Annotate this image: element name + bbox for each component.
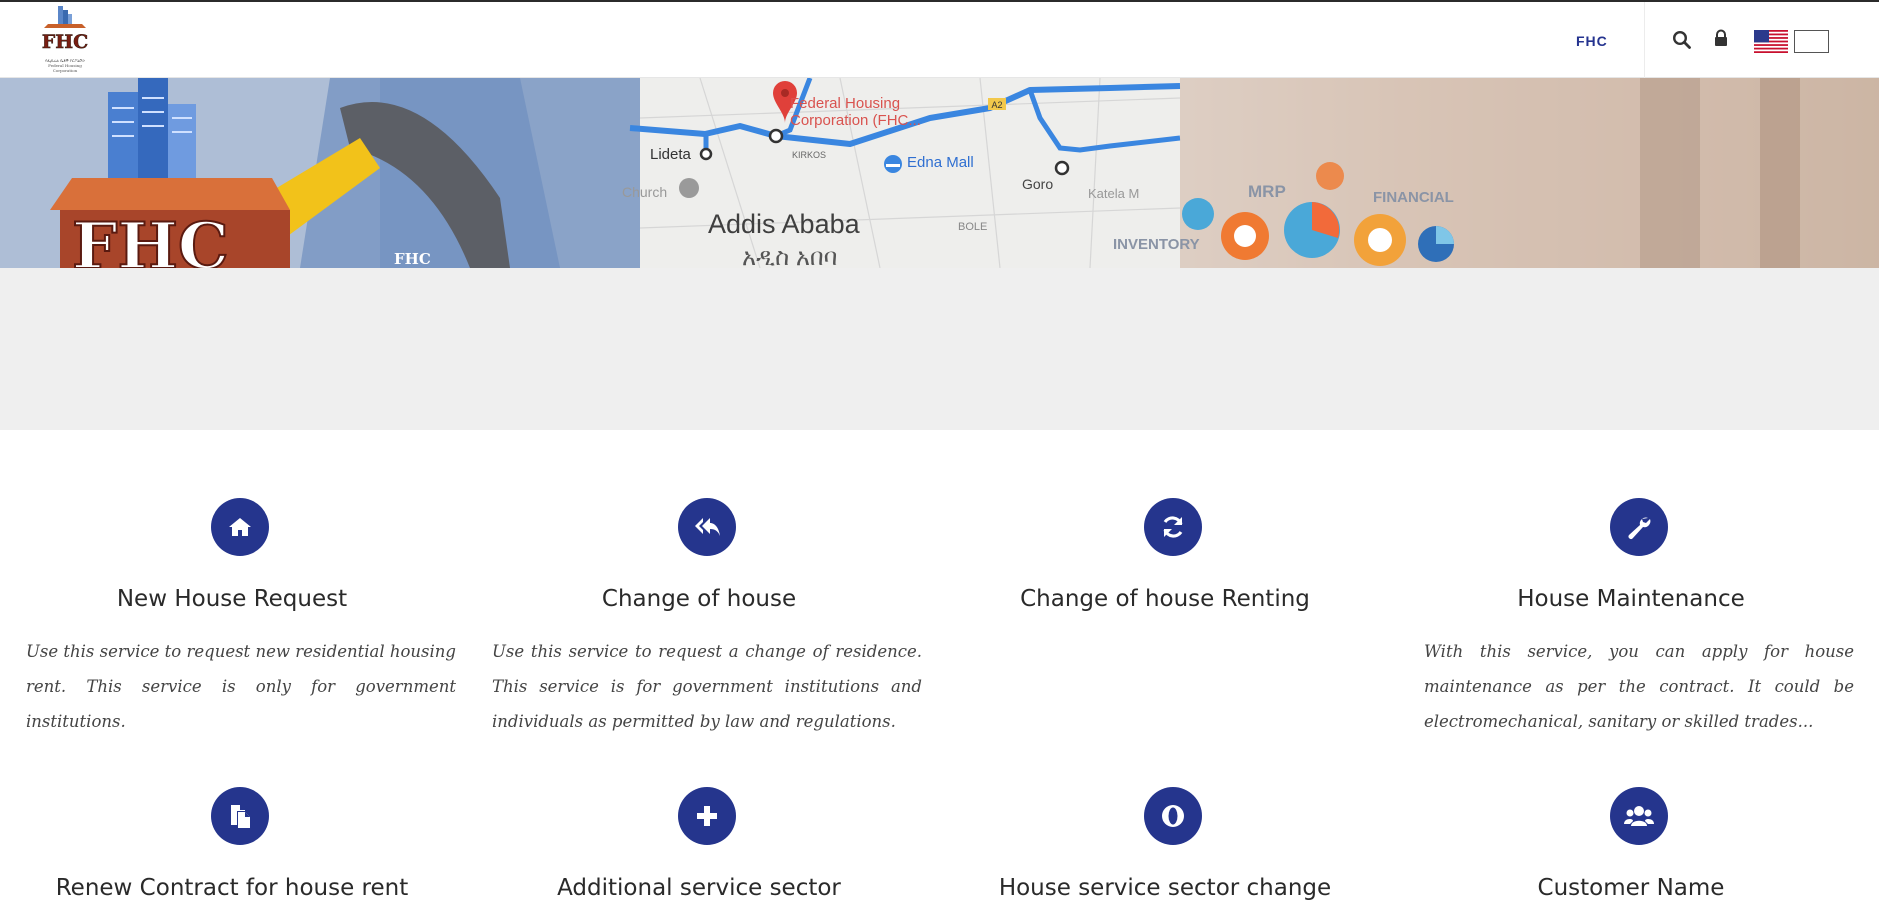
map-label-church: Church xyxy=(622,184,668,200)
map-label-edna-mall: Edna Mall xyxy=(907,154,974,171)
banner-label-financial: FINANCIAL xyxy=(1373,189,1454,206)
home-icon[interactable] xyxy=(211,498,269,556)
map-label-lideta: Lideta xyxy=(650,146,691,163)
us-flag-icon[interactable] xyxy=(1754,30,1788,53)
nav-divider xyxy=(1644,2,1645,78)
blank-flag-icon[interactable] xyxy=(1794,30,1829,53)
service-title-change-of-house-renting[interactable]: Change of house Renting xyxy=(945,585,1385,613)
banner-label-mrp: MRP xyxy=(1248,182,1286,201)
logo-graphic: FHC xyxy=(41,6,89,53)
logo-caption-english: Federal Housing Corporation xyxy=(48,63,82,73)
road-badge: A2 xyxy=(991,100,1002,110)
map-label-kirkos: KIRKOS xyxy=(792,150,827,160)
map-marker-label: Federal Housing Corporation (FHC... xyxy=(790,95,921,129)
map-label-goro: Goro xyxy=(1022,176,1054,192)
service-title-new-house-request[interactable]: New House Request xyxy=(12,585,452,613)
service-title-change-of-house[interactable]: Change of house xyxy=(479,585,919,613)
fhc-logo[interactable]: FHC የፌዴራል ቤቶች ኮርፖሬሽን Federal Housing Cor… xyxy=(36,4,94,73)
files-icon[interactable] xyxy=(211,787,269,845)
svg-text:FHC: FHC xyxy=(42,31,89,53)
service-title-house-service-sector-change[interactable]: House service sector change xyxy=(945,874,1385,902)
reply-all-icon[interactable] xyxy=(678,498,736,556)
service-desc-new-house-request: Use this service to request new resident… xyxy=(26,642,456,731)
refresh-icon[interactable] xyxy=(1144,498,1202,556)
wrench-icon[interactable] xyxy=(1610,498,1668,556)
nav-fhc-link[interactable]: FHC xyxy=(1576,33,1608,49)
map-label-city: Addis Ababa xyxy=(708,209,860,239)
users-icon[interactable] xyxy=(1610,787,1668,845)
svg-text:FHC: FHC xyxy=(72,209,229,268)
map-label-city-amharic: አዲስ አበባ xyxy=(742,244,838,268)
service-title-additional-service-sector[interactable]: Additional service sector xyxy=(479,874,919,902)
map-label-bole: BOLE xyxy=(958,221,988,233)
service-title-house-maintenance[interactable]: House Maintenance xyxy=(1411,585,1851,613)
banner-label-inventory: INVENTORY xyxy=(1113,236,1200,253)
service-desc-change-of-house: Use this service to request a change of … xyxy=(492,642,922,731)
map-label-katela: Katela M xyxy=(1088,186,1140,201)
grey-band xyxy=(0,268,1879,430)
opera-icon[interactable] xyxy=(1144,787,1202,845)
lock-icon[interactable] xyxy=(1713,29,1729,49)
logo-caption: የፌዴራል ቤቶች ኮርፖሬሽን Federal Housing Corpora… xyxy=(36,58,94,73)
site-header: FHC የፌዴራል ቤቶች ኮርፖሬሽን Federal Housing Cor… xyxy=(0,2,1879,78)
service-desc-house-maintenance: With this service, you can apply for hou… xyxy=(1424,642,1854,731)
banner-fhc-watermark: FHC xyxy=(394,250,431,268)
search-icon[interactable] xyxy=(1672,30,1692,50)
plus-icon[interactable] xyxy=(678,787,736,845)
hero-banner: FHC A2 Federal Housing Corporation (FHC.… xyxy=(0,78,1879,268)
service-title-customer-name[interactable]: Customer Name xyxy=(1411,874,1851,902)
service-title-renew-contract[interactable]: Renew Contract for house rent xyxy=(12,874,452,902)
